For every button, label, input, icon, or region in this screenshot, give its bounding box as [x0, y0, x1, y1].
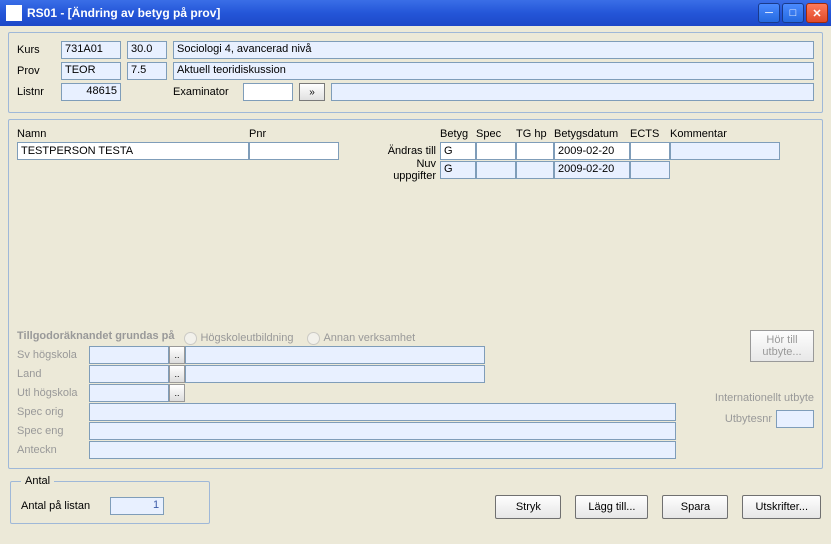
- andras-datum[interactable]: [554, 142, 630, 160]
- close-button[interactable]: ✕: [806, 3, 828, 23]
- col-datum: Betygsdatum: [554, 128, 630, 140]
- col-tghp: TG hp: [516, 128, 554, 140]
- prov-code: TEOR: [61, 62, 121, 80]
- andras-ects[interactable]: [630, 142, 670, 160]
- specorig-field[interactable]: [89, 403, 676, 421]
- sv-hogskola-code[interactable]: [89, 346, 169, 364]
- examinator-input[interactable]: [243, 83, 293, 101]
- antal-group: Antal Antal på listan 1: [10, 475, 210, 524]
- land-name: [185, 365, 485, 383]
- spara-button[interactable]: Spara: [662, 495, 728, 519]
- namn-header: Namn: [17, 128, 249, 140]
- main-panel: Namn Pnr Betyg Spec TG hp Betygsdatum EC…: [8, 119, 823, 469]
- andras-spec[interactable]: [476, 142, 516, 160]
- anteckn-field[interactable]: [89, 441, 676, 459]
- col-komm: Kommentar: [670, 128, 727, 140]
- examinator-label: Examinator: [173, 86, 237, 98]
- lagg-till-button[interactable]: Lägg till...: [575, 495, 648, 519]
- pnr-input[interactable]: [249, 142, 339, 160]
- utl-hogskola-label: Utl högskola: [17, 387, 89, 399]
- course-panel: Kurs 731A01 30.0 Sociologi 4, avancerad …: [8, 32, 823, 113]
- antal-value: 1: [110, 497, 164, 515]
- examinator-display: [331, 83, 814, 101]
- antal-legend: Antal: [21, 475, 54, 487]
- hor-till-utbyte-button[interactable]: Hör till utbyte...: [750, 330, 814, 362]
- utbytesnr-field[interactable]: [776, 410, 814, 428]
- int-utbyte-label: Internationellt utbyte: [715, 392, 814, 404]
- col-spec: Spec: [476, 128, 516, 140]
- sv-hogskola-name: [185, 346, 485, 364]
- speceng-label: Spec eng: [17, 425, 89, 437]
- kurs-hp: 30.0: [127, 41, 167, 59]
- listnr-value: 48615: [61, 83, 121, 101]
- nuv-spec: [476, 161, 516, 179]
- utl-hogskola-code[interactable]: [89, 384, 169, 402]
- titlebar: RS01 - [Ändring av betyg på prov] ─ □ ✕: [0, 0, 831, 26]
- examinator-browse-button[interactable]: »: [299, 83, 325, 101]
- kurs-name: Sociologi 4, avancerad nivå: [173, 41, 814, 59]
- land-browse-icon[interactable]: ..: [169, 365, 185, 383]
- nuv-datum: 2009-02-20: [554, 161, 630, 179]
- utskrifter-button[interactable]: Utskrifter...: [742, 495, 821, 519]
- col-betyg: Betyg: [440, 128, 476, 140]
- utbytesnr-label: Utbytesnr: [725, 413, 772, 425]
- andras-betyg[interactable]: [440, 142, 476, 160]
- nuv-row: Nuv uppgifter G 2009-02-20: [372, 161, 814, 179]
- sv-hogskola-label: Sv högskola: [17, 349, 89, 361]
- pnr-header: Pnr: [249, 128, 266, 140]
- prov-name: Aktuell teoridiskussion: [173, 62, 814, 80]
- col-ects: ECTS: [630, 128, 670, 140]
- prov-label: Prov: [17, 65, 55, 77]
- utl-hogskola-browse-icon[interactable]: ..: [169, 384, 185, 402]
- anteckn-label: Anteckn: [17, 444, 89, 456]
- tillgodo-title: Tillgodoräknandet grundas på: [17, 330, 174, 342]
- minimize-button[interactable]: ─: [758, 3, 780, 23]
- nuv-ects: [630, 161, 670, 179]
- stryk-button[interactable]: Stryk: [495, 495, 561, 519]
- land-label: Land: [17, 368, 89, 380]
- radio-annan[interactable]: Annan verksamhet: [307, 332, 415, 345]
- listnr-label: Listnr: [17, 86, 55, 98]
- namn-input[interactable]: [17, 142, 249, 160]
- land-code[interactable]: [89, 365, 169, 383]
- prov-hp: 7.5: [127, 62, 167, 80]
- maximize-button[interactable]: □: [782, 3, 804, 23]
- andras-tghp[interactable]: [516, 142, 554, 160]
- andras-komm[interactable]: [670, 142, 780, 160]
- antal-label: Antal på listan: [21, 500, 90, 512]
- nuv-label: Nuv uppgifter: [372, 158, 440, 182]
- andras-label: Ändras till: [372, 145, 440, 157]
- grade-header-row: Betyg Spec TG hp Betygsdatum ECTS Kommen…: [372, 128, 814, 140]
- sv-hogskola-browse-icon[interactable]: ..: [169, 346, 185, 364]
- nuv-betyg: G: [440, 161, 476, 179]
- app-icon: [6, 5, 22, 21]
- kurs-label: Kurs: [17, 44, 55, 56]
- window-title: RS01 - [Ändring av betyg på prov]: [27, 6, 758, 20]
- speceng-field[interactable]: [89, 422, 676, 440]
- radio-hogskola[interactable]: Högskoleutbildning: [184, 332, 293, 345]
- kurs-code: 731A01: [61, 41, 121, 59]
- specorig-label: Spec orig: [17, 406, 89, 418]
- nuv-tghp: [516, 161, 554, 179]
